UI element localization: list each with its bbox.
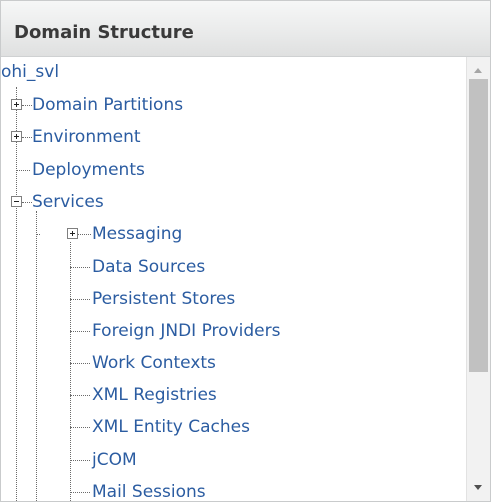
expand-messaging-icon[interactable] <box>67 228 78 239</box>
scroll-up-arrow-icon[interactable] <box>467 57 490 79</box>
tree-item-environment[interactable]: Environment <box>32 123 141 151</box>
tree-connector-line <box>70 363 90 364</box>
tree-connector-line <box>70 299 90 300</box>
tree-connector-line <box>70 460 90 461</box>
tree-connector-line <box>36 211 37 501</box>
tree-connector-line <box>70 267 90 268</box>
tree-connector-line <box>70 331 90 332</box>
tree-connector-line <box>22 105 32 106</box>
tree-item-domain-partitions[interactable]: Domain Partitions <box>32 91 183 119</box>
tree-item-xml-entity-caches[interactable]: XML Entity Caches <box>92 413 250 441</box>
scrollbar-thumb[interactable] <box>469 79 488 372</box>
tree-connector-line <box>16 87 17 501</box>
scroll-down-arrow-icon[interactable] <box>467 477 490 499</box>
panel-title: Domain Structure <box>14 22 194 43</box>
tree-item-xml-registries[interactable]: XML Registries <box>92 381 217 409</box>
tree-item-mail-sessions[interactable]: Mail Sessions <box>92 478 206 501</box>
tree-connector-line <box>70 242 71 501</box>
collapse-services-icon[interactable] <box>11 196 22 207</box>
tree-connector-line <box>22 202 32 203</box>
tree-item-messaging[interactable]: Messaging <box>92 220 182 248</box>
tree-root-ohi-svl[interactable]: ohi_svl <box>1 58 59 86</box>
vertical-scrollbar[interactable] <box>466 57 490 501</box>
tree-item-data-sources[interactable]: Data Sources <box>92 253 205 281</box>
domain-tree: ohi_svl Domain Partitions Environment De… <box>1 57 466 501</box>
tree-connector-line <box>70 492 90 493</box>
tree-connector-line <box>36 234 40 235</box>
tree-item-work-contexts[interactable]: Work Contexts <box>92 349 216 377</box>
expand-domain-partitions-icon[interactable] <box>11 99 22 110</box>
tree-connector-line <box>22 137 32 138</box>
tree-item-jcom[interactable]: jCOM <box>92 446 137 474</box>
tree-connector-line <box>78 234 91 235</box>
tree-item-services[interactable]: Services <box>32 188 104 216</box>
domain-structure-panel: Domain Structure ohi_svl Domain Partitio… <box>0 0 491 502</box>
tree-connector-line <box>16 170 30 171</box>
tree-item-foreign-jndi-providers[interactable]: Foreign JNDI Providers <box>92 317 280 345</box>
tree-connector-line <box>70 427 90 428</box>
panel-header: Domain Structure <box>1 1 490 57</box>
tree-connector-line <box>70 395 90 396</box>
expand-environment-icon[interactable] <box>11 131 22 142</box>
tree-item-deployments[interactable]: Deployments <box>32 156 145 184</box>
tree-item-persistent-stores[interactable]: Persistent Stores <box>92 285 235 313</box>
